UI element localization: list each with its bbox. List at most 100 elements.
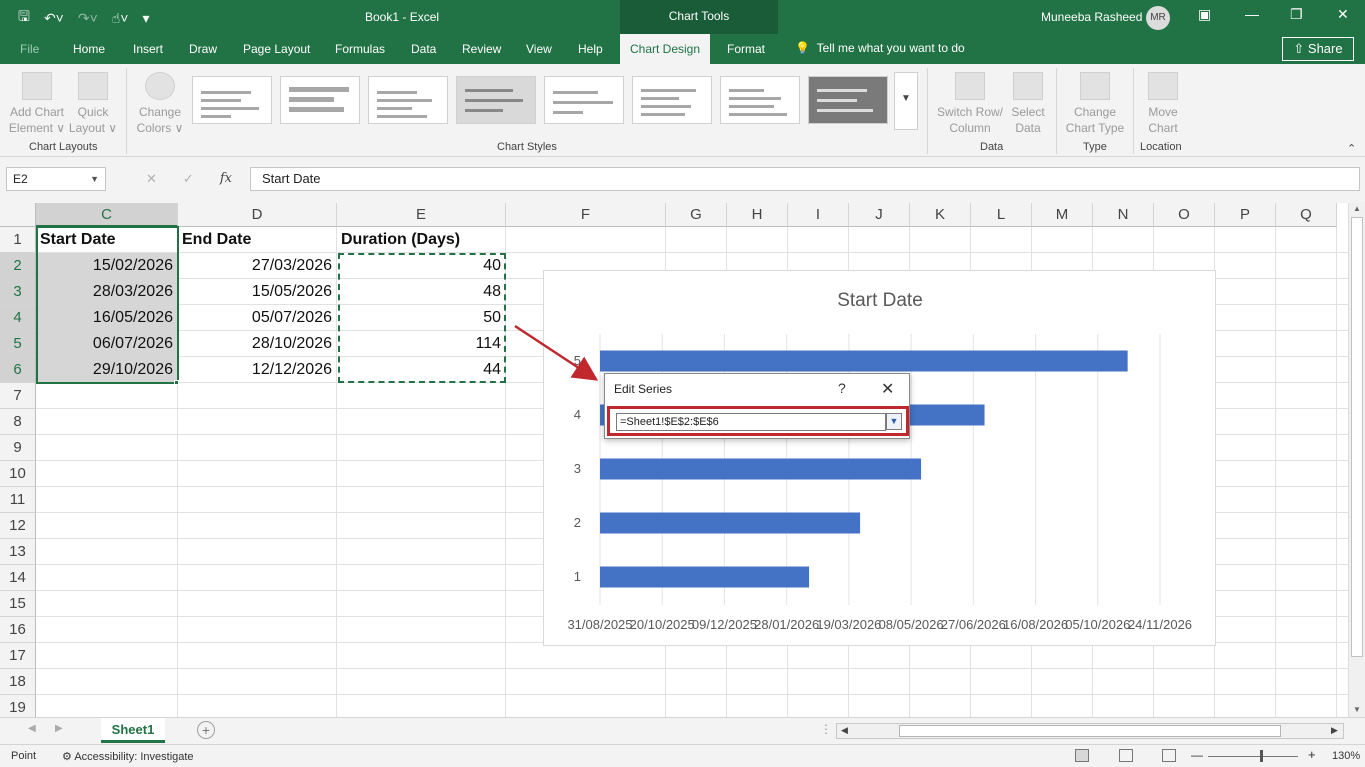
horizontal-scrollbar[interactable]: ◀ ▶ [836,723,1344,739]
chart-style-7[interactable] [720,76,800,124]
switch-row-column-button[interactable]: Switch Row/ Column [934,72,1006,136]
chart-style-5[interactable] [544,76,624,124]
tab-file[interactable]: File [20,42,39,56]
tab-page-layout[interactable]: Page Layout [243,42,310,56]
column-header-o[interactable]: O [1154,203,1215,227]
zoom-in-icon[interactable]: + [1308,747,1316,762]
prev-sheet-icon[interactable]: ◀ [28,723,36,734]
row-header-3[interactable]: 3 [0,279,36,305]
chart-style-1[interactable] [192,76,272,124]
ribbon-display-icon[interactable]: ▣ [1198,6,1211,23]
data-cell[interactable]: 12/12/2026 [178,357,336,383]
avatar[interactable]: MR [1146,6,1170,30]
change-colors-button[interactable]: Change Colors ∨ [134,72,186,136]
chart-style-6[interactable] [632,76,712,124]
restore-icon[interactable]: ❐ [1290,6,1303,23]
column-header-p[interactable]: P [1215,203,1276,227]
tab-help[interactable]: Help [578,42,603,56]
touch-mode-icon[interactable]: ☝˅ [112,10,129,27]
row-header-15[interactable]: 15 [0,591,36,617]
column-header-q[interactable]: Q [1276,203,1337,227]
zoom-slider[interactable] [1208,756,1298,757]
header-cell[interactable]: End Date [178,227,336,253]
name-box[interactable]: E2 ▼ [6,167,106,191]
row-header-18[interactable]: 18 [0,669,36,695]
insert-function-icon[interactable]: fx [220,171,232,187]
row-header-13[interactable]: 13 [0,539,36,565]
select-data-button[interactable]: Select Data [1006,72,1050,136]
vertical-scrollbar[interactable]: ▲ ▼ [1348,203,1365,717]
close-button[interactable]: ✕ [881,379,894,399]
user-name[interactable]: Muneeba Rasheed [1041,10,1142,24]
scroll-down-icon[interactable]: ▼ [1353,705,1361,714]
accessibility-status[interactable]: ⚙ Accessibility: Investigate [62,750,194,763]
zoom-percentage[interactable]: 130% [1332,750,1360,762]
page-break-view-icon[interactable] [1162,749,1176,762]
data-cell[interactable]: 28/10/2026 [178,331,336,357]
select-all-corner[interactable] [0,203,36,227]
chart-styles-more-button[interactable]: ▼ [894,72,918,130]
tab-format[interactable]: Format [727,42,765,56]
chart[interactable]: Start Date 1 2 3 4 5 31/08/2025 20/10/2025 09/12… [543,270,1216,646]
chart-style-4[interactable] [456,76,536,124]
split-handle-icon[interactable]: ⋮ [820,722,832,736]
column-header-n[interactable]: N [1093,203,1154,227]
row-header-14[interactable]: 14 [0,565,36,591]
change-chart-type-button[interactable]: Change Chart Type [1062,72,1128,136]
row-header-12[interactable]: 12 [0,513,36,539]
expand-dialog-icon[interactable]: ▼ [886,413,902,430]
move-chart-button[interactable]: Move Chart [1140,72,1186,136]
scroll-right-icon[interactable]: ▶ [1331,725,1338,736]
row-header-5[interactable]: 5 [0,331,36,357]
row-header-6[interactable]: 6 [0,357,36,383]
help-button[interactable]: ? [838,380,846,396]
tab-view[interactable]: View [526,42,552,56]
normal-view-icon[interactable] [1075,749,1089,762]
column-header-f[interactable]: F [506,203,666,227]
data-cell[interactable]: 15/05/2026 [178,279,336,305]
collapse-ribbon-icon[interactable]: ⌃ [1347,142,1356,155]
tab-formulas[interactable]: Formulas [335,42,385,56]
enter-icon[interactable]: ✓ [183,171,194,187]
close-window-icon[interactable]: ✕ [1337,6,1349,23]
column-header-m[interactable]: M [1032,203,1093,227]
row-header-19[interactable]: 19 [0,695,36,717]
row-header-2[interactable]: 2 [0,253,36,279]
column-header-l[interactable]: L [971,203,1032,227]
cancel-icon[interactable]: ✕ [146,171,157,187]
chart-style-2[interactable] [280,76,360,124]
row-header-9[interactable]: 9 [0,435,36,461]
tab-chart-design[interactable]: Chart Design [620,34,711,64]
page-layout-view-icon[interactable] [1119,749,1133,762]
column-header-c[interactable]: C [36,203,178,227]
tab-draw[interactable]: Draw [189,42,217,56]
column-header-g[interactable]: G [666,203,727,227]
next-sheet-icon[interactable]: ▶ [55,723,63,734]
horizontal-scroll-thumb[interactable] [899,725,1281,737]
tab-home[interactable]: Home [73,42,105,56]
data-cell[interactable]: 05/07/2026 [178,305,336,331]
tab-insert[interactable]: Insert [133,42,163,56]
add-sheet-icon[interactable]: + [197,721,215,739]
row-header-17[interactable]: 17 [0,643,36,669]
chart-style-3[interactable] [368,76,448,124]
share-button[interactable]: ⇧ Share [1282,37,1354,61]
column-header-h[interactable]: H [727,203,788,227]
redo-icon[interactable]: ↷˅ [78,10,98,27]
zoom-slider-thumb[interactable] [1260,750,1263,762]
data-cell[interactable]: 27/03/2026 [178,253,336,279]
header-cell[interactable]: Duration (Days) [337,227,505,253]
scroll-up-icon[interactable]: ▲ [1353,204,1361,213]
customize-qat-icon[interactable]: ▾ [142,10,149,27]
edit-series-dialog[interactable]: Edit Series ? ✕ =Sheet1!$E$2:$E$6 ▼ [604,373,910,439]
tab-review[interactable]: Review [462,42,501,56]
chart-style-8[interactable] [808,76,888,124]
row-header-11[interactable]: 11 [0,487,36,513]
row-header-10[interactable]: 10 [0,461,36,487]
row-header-1[interactable]: 1 [0,227,36,253]
scroll-left-icon[interactable]: ◀ [841,725,848,736]
series-values-input[interactable]: =Sheet1!$E$2:$E$6 [616,413,886,431]
row-header-16[interactable]: 16 [0,617,36,643]
column-header-e[interactable]: E [337,203,506,227]
save-icon[interactable]: 🖫 [18,6,30,30]
